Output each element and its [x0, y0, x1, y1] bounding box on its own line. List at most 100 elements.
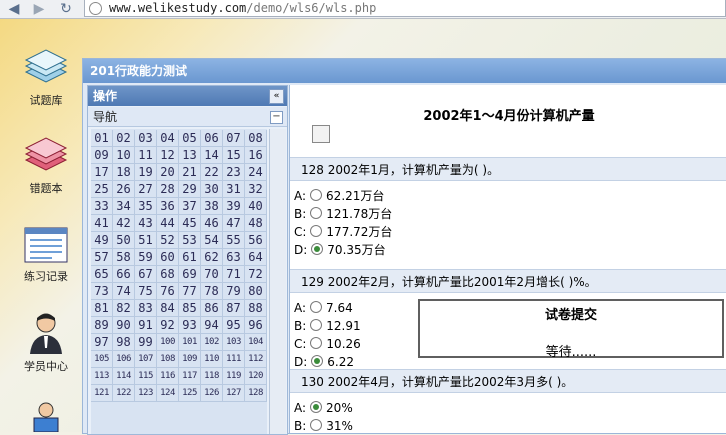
radio-checked-icon[interactable] [311, 243, 324, 255]
question-number-cell[interactable]: 69 [179, 266, 201, 283]
sidebar-item-practice-record[interactable]: 练习记录 [10, 226, 82, 284]
question-number-cell[interactable]: 81 [91, 300, 113, 317]
question-number-cell[interactable]: 42 [113, 215, 135, 232]
question-number-cell[interactable]: 09 [91, 147, 113, 164]
minus-icon[interactable]: − [270, 111, 283, 124]
question-number-cell[interactable]: 121 [91, 385, 113, 402]
question-number-cell[interactable]: 68 [157, 266, 179, 283]
question-number-cell[interactable]: 17 [91, 164, 113, 181]
question-number-cell[interactable]: 02 [113, 130, 135, 147]
question-number-cell[interactable]: 15 [223, 147, 245, 164]
question-number-cell[interactable]: 45 [179, 215, 201, 232]
question-number-cell[interactable]: 21 [179, 164, 201, 181]
question-number-cell[interactable]: 94 [201, 317, 223, 334]
question-number-cell[interactable]: 51 [135, 232, 157, 249]
question-number-cell[interactable]: 83 [135, 300, 157, 317]
answer-option[interactable]: B: 31% [294, 418, 353, 433]
question-number-cell[interactable]: 29 [179, 181, 201, 198]
question-number-cell[interactable]: 19 [135, 164, 157, 181]
question-number-cell[interactable]: 06 [201, 130, 223, 147]
question-number-cell[interactable]: 89 [91, 317, 113, 334]
question-number-cell[interactable]: 27 [135, 181, 157, 198]
question-number-cell[interactable]: 26 [113, 181, 135, 198]
question-number-cell[interactable]: 16 [245, 147, 267, 164]
question-number-cell[interactable]: 66 [113, 266, 135, 283]
question-number-cell[interactable]: 05 [179, 130, 201, 147]
question-number-cell[interactable]: 125 [179, 385, 201, 402]
question-number-cell[interactable]: 107 [135, 351, 157, 368]
question-number-cell[interactable]: 103 [223, 334, 245, 351]
chart-image-icon[interactable] [312, 125, 330, 143]
question-number-cell[interactable]: 14 [201, 147, 223, 164]
question-number-cell[interactable]: 98 [113, 334, 135, 351]
sidebar-item-question-bank[interactable]: 试题库 [10, 44, 82, 108]
question-number-cell[interactable]: 100 [157, 334, 179, 351]
question-number-cell[interactable]: 62 [201, 249, 223, 266]
question-number-cell[interactable]: 105 [91, 351, 113, 368]
question-number-cell[interactable]: 03 [135, 130, 157, 147]
question-number-cell[interactable]: 32 [245, 181, 267, 198]
question-number-cell[interactable]: 87 [223, 300, 245, 317]
question-number-cell[interactable]: 73 [91, 283, 113, 300]
question-number-cell[interactable]: 79 [223, 283, 245, 300]
question-number-cell[interactable]: 31 [223, 181, 245, 198]
question-number-cell[interactable]: 36 [157, 198, 179, 215]
answer-option[interactable]: B: 12.91 [294, 318, 361, 335]
answer-option[interactable]: B: 121.78万台 [294, 206, 392, 223]
question-number-cell[interactable]: 95 [223, 317, 245, 334]
answer-option[interactable]: D: 70.35万台 [294, 242, 386, 259]
collapse-icon[interactable]: « [269, 89, 284, 104]
question-number-cell[interactable]: 90 [113, 317, 135, 334]
question-number-cell[interactable]: 40 [245, 198, 267, 215]
question-number-cell[interactable]: 53 [179, 232, 201, 249]
question-number-cell[interactable]: 28 [157, 181, 179, 198]
reload-icon[interactable]: ↻ [58, 1, 74, 17]
question-number-cell[interactable]: 43 [135, 215, 157, 232]
address-bar[interactable]: www.welikestudy.com/demo/wls6/wls.php [84, 0, 726, 17]
answer-option[interactable]: A: 7.64 [294, 300, 353, 317]
question-number-cell[interactable]: 123 [135, 385, 157, 402]
question-number-cell[interactable]: 115 [135, 368, 157, 385]
question-number-cell[interactable]: 111 [223, 351, 245, 368]
question-number-cell[interactable]: 48 [245, 215, 267, 232]
question-number-cell[interactable]: 07 [223, 130, 245, 147]
question-number-cell[interactable]: 10 [113, 147, 135, 164]
question-number-cell[interactable]: 11 [135, 147, 157, 164]
question-number-cell[interactable]: 58 [113, 249, 135, 266]
question-number-cell[interactable]: 70 [201, 266, 223, 283]
panel-scrollbar[interactable] [269, 129, 286, 434]
sidebar-item-student-center[interactable]: 学员中心 [10, 310, 82, 374]
question-number-cell[interactable]: 67 [135, 266, 157, 283]
question-number-cell[interactable]: 78 [201, 283, 223, 300]
question-number-cell[interactable]: 61 [179, 249, 201, 266]
radio-checked-icon[interactable] [310, 401, 323, 413]
question-number-cell[interactable]: 114 [113, 368, 135, 385]
question-number-cell[interactable]: 34 [113, 198, 135, 215]
question-number-cell[interactable]: 104 [245, 334, 267, 351]
question-number-cell[interactable]: 13 [179, 147, 201, 164]
sidebar-item-next[interactable] [10, 400, 82, 432]
question-number-cell[interactable]: 55 [223, 232, 245, 249]
question-number-cell[interactable]: 109 [179, 351, 201, 368]
question-number-cell[interactable]: 82 [113, 300, 135, 317]
question-number-cell[interactable]: 91 [135, 317, 157, 334]
question-number-cell[interactable]: 74 [113, 283, 135, 300]
answer-option[interactable]: A: 20% [294, 400, 353, 417]
question-number-cell[interactable]: 84 [157, 300, 179, 317]
question-number-cell[interactable]: 99 [135, 334, 157, 351]
question-number-cell[interactable]: 44 [157, 215, 179, 232]
question-number-cell[interactable]: 54 [201, 232, 223, 249]
question-number-cell[interactable]: 113 [91, 368, 113, 385]
radio-unchecked-icon[interactable] [310, 337, 323, 349]
radio-unchecked-icon[interactable] [310, 419, 323, 431]
forward-icon[interactable]: ▶ [31, 1, 47, 17]
question-number-cell[interactable]: 24 [245, 164, 267, 181]
question-number-cell[interactable]: 97 [91, 334, 113, 351]
answer-option[interactable]: C: 177.72万台 [294, 224, 392, 241]
question-number-cell[interactable]: 71 [223, 266, 245, 283]
question-number-cell[interactable]: 22 [201, 164, 223, 181]
question-number-cell[interactable]: 41 [91, 215, 113, 232]
question-number-cell[interactable]: 39 [223, 198, 245, 215]
question-number-cell[interactable]: 128 [245, 385, 267, 402]
radio-unchecked-icon[interactable] [310, 319, 323, 331]
